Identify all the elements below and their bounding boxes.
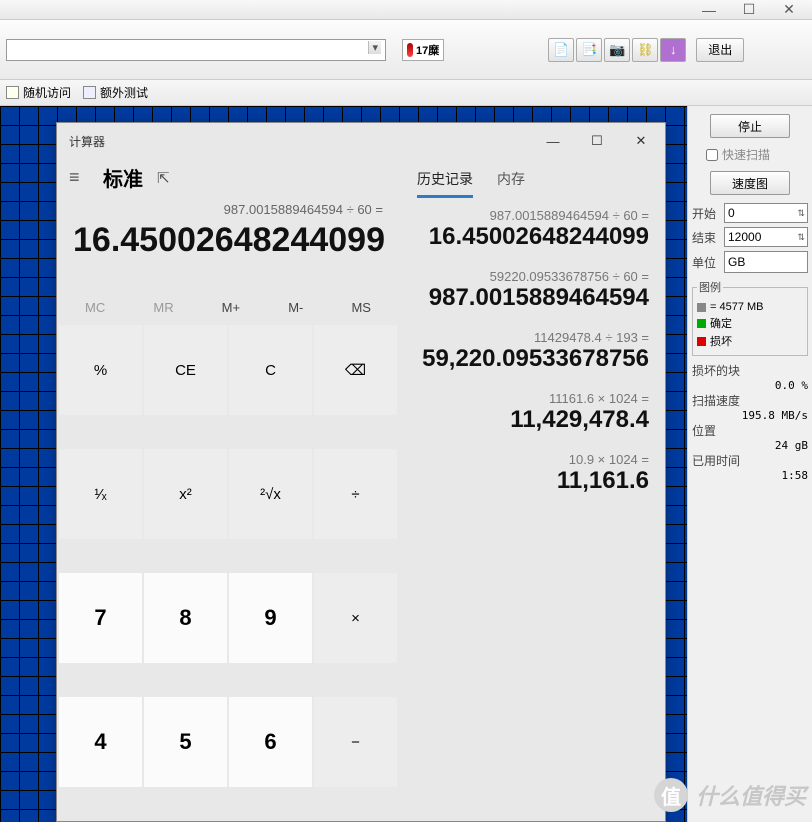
legend-color-icon	[697, 303, 706, 312]
memory-row: MC MR M+ M- MS	[57, 260, 399, 323]
temperature-indicator: 17糜	[402, 39, 444, 61]
mem-mc[interactable]: MC	[85, 300, 105, 315]
unit-select[interactable]: GB	[724, 251, 808, 273]
key-minus[interactable]: −	[314, 697, 397, 787]
key-ce[interactable]: CE	[144, 325, 227, 415]
legend-box: 图例 = 4577 MB 确定 损坏	[692, 279, 808, 356]
speed-map-button[interactable]: 速度图	[710, 171, 790, 195]
key-8[interactable]: 8	[144, 573, 227, 663]
end-input[interactable]: 12000	[724, 227, 808, 247]
drive-select[interactable]	[6, 39, 386, 61]
watermark-icon: 值	[654, 778, 688, 812]
toolbar-copy-icon[interactable]: 📄	[548, 38, 574, 62]
mem-mr[interactable]: MR	[153, 300, 173, 315]
key-multiply[interactable]: ×	[314, 573, 397, 663]
legend-title: 图例	[697, 279, 723, 295]
end-label: 结束	[692, 229, 720, 246]
key-c[interactable]: C	[229, 325, 312, 415]
extra-test-toggle[interactable]: 额外测试	[83, 84, 148, 101]
history-result: 59,220.09533678756	[415, 345, 649, 373]
checkbox-icon	[83, 86, 96, 99]
watermark-text: 什么值得买	[696, 779, 806, 811]
scan-speed-label: 扫描速度	[692, 392, 808, 409]
history-item[interactable]: 11429478.4 ÷ 193 =59,220.09533678756	[415, 330, 649, 373]
thermometer-icon	[407, 43, 413, 57]
toolbar-paste-icon[interactable]: 📑	[576, 38, 602, 62]
stop-button[interactable]: 停止	[710, 114, 790, 138]
fast-scan-label: 快速扫描	[722, 146, 770, 163]
fast-scan-checkbox[interactable]: 快速扫描	[706, 146, 808, 163]
key-6[interactable]: 6	[229, 697, 312, 787]
calculator-mode: 标准	[103, 163, 143, 192]
extra-test-label: 额外测试	[100, 84, 148, 101]
calc-close-icon[interactable]: ✕	[619, 126, 663, 156]
history-result: 11,161.6	[415, 467, 649, 495]
hamburger-icon[interactable]: ≡	[69, 167, 89, 188]
app-minimize-icon[interactable]: —	[700, 3, 718, 17]
pin-icon[interactable]: ⇱	[157, 169, 170, 187]
app-maximize-icon[interactable]: ☐	[740, 3, 758, 17]
key-reciprocal[interactable]: ¹⁄ₓ	[59, 449, 142, 539]
key-backspace[interactable]: ⌫	[314, 325, 397, 415]
mem-ms[interactable]: MS	[351, 300, 371, 315]
history-expression: 10.9 × 1024 =	[415, 452, 649, 467]
fast-scan-input[interactable]	[706, 149, 718, 161]
key-4[interactable]: 4	[59, 697, 142, 787]
damaged-blocks-label: 损坏的块	[692, 362, 808, 379]
legend-color-icon	[697, 337, 706, 346]
scan-panel: 停止 快速扫描 速度图 开始 0 结束 12000 单位 GB 图例 = 457…	[687, 106, 812, 822]
app-close-icon[interactable]: ✕	[780, 3, 798, 17]
start-input[interactable]: 0	[724, 203, 808, 223]
mem-mplus[interactable]: M+	[222, 300, 240, 315]
key-7[interactable]: 7	[59, 573, 142, 663]
history-result: 987.0015889464594	[415, 284, 649, 312]
exit-button[interactable]: 退出	[696, 38, 744, 62]
toolbar-link-icon[interactable]: ⛓	[632, 38, 658, 62]
unit-label: 单位	[692, 254, 720, 271]
history-expression: 11161.6 × 1024 =	[415, 391, 649, 406]
history-expression: 59220.09533678756 ÷ 60 =	[415, 269, 649, 284]
keypad: % CE C ⌫ ¹⁄ₓ x² ²√x ÷ 7 8 9 × 4 5 6 −	[57, 323, 399, 821]
random-access-toggle[interactable]: 随机访问	[6, 84, 71, 101]
toolbar-camera-icon[interactable]: 📷	[604, 38, 630, 62]
watermark: 值 什么值得买	[654, 778, 806, 812]
history-result: 16.45002648244099	[415, 223, 649, 251]
key-divide[interactable]: ÷	[314, 449, 397, 539]
calculator-result: 16.45002648244099	[57, 221, 399, 260]
key-5[interactable]: 5	[144, 697, 227, 787]
tab-history[interactable]: 历史记录	[417, 169, 473, 198]
history-list: 987.0015889464594 ÷ 60 =16.4500264824409…	[399, 198, 665, 821]
key-percent[interactable]: %	[59, 325, 142, 415]
history-item[interactable]: 10.9 × 1024 =11,161.6	[415, 452, 649, 495]
key-9[interactable]: 9	[229, 573, 312, 663]
calc-minimize-icon[interactable]: —	[531, 126, 575, 156]
temperature-value: 17糜	[416, 42, 439, 58]
history-expression: 987.0015889464594 ÷ 60 =	[415, 208, 649, 223]
calc-maximize-icon[interactable]: ☐	[575, 126, 619, 156]
elapsed-label: 已用时间	[692, 452, 808, 469]
start-label: 开始	[692, 205, 720, 222]
history-item[interactable]: 987.0015889464594 ÷ 60 =16.4500264824409…	[415, 208, 649, 251]
key-square[interactable]: x²	[144, 449, 227, 539]
random-access-label: 随机访问	[23, 84, 71, 101]
mem-mminus[interactable]: M-	[288, 300, 303, 315]
calculator-title: 计算器	[69, 133, 105, 150]
history-expression: 11429478.4 ÷ 193 =	[415, 330, 649, 345]
checkbox-icon	[6, 86, 19, 99]
toolbar-download-icon[interactable]: ↓	[660, 38, 686, 62]
key-sqrt[interactable]: ²√x	[229, 449, 312, 539]
history-item[interactable]: 59220.09533678756 ÷ 60 =987.001588946459…	[415, 269, 649, 312]
elapsed-value: 1:58	[692, 469, 808, 482]
position-value: 24 gB	[692, 439, 808, 452]
legend-color-icon	[697, 319, 706, 328]
scan-speed-value: 195.8 MB/s	[692, 409, 808, 422]
position-label: 位置	[692, 422, 808, 439]
damaged-blocks-value: 0.0 %	[692, 379, 808, 392]
history-item[interactable]: 11161.6 × 1024 =11,429,478.4	[415, 391, 649, 434]
calculator-window: 计算器 — ☐ ✕ ≡ 标准 ⇱ 987.0015889464594 ÷ 60 …	[56, 122, 666, 822]
tab-memory[interactable]: 内存	[497, 169, 525, 198]
calculator-expression: 987.0015889464594 ÷ 60 =	[57, 198, 399, 221]
history-result: 11,429,478.4	[415, 406, 649, 434]
